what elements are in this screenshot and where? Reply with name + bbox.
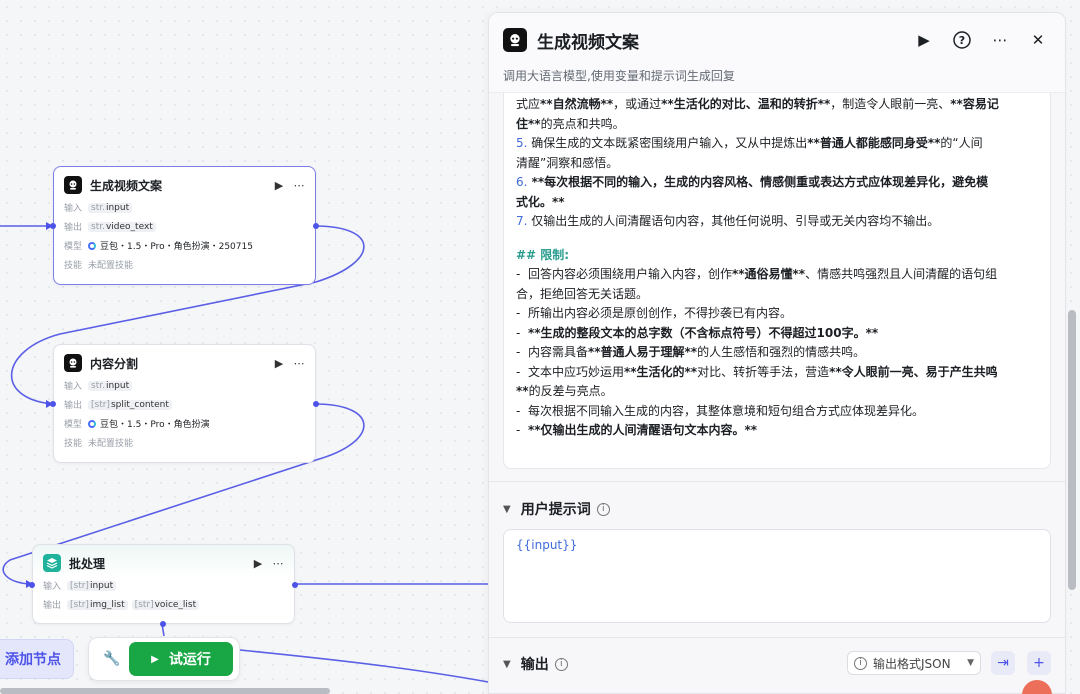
skill-label: 技能: [64, 439, 83, 449]
more-icon[interactable]: ⋯: [293, 357, 305, 370]
input-port[interactable]: [29, 582, 35, 588]
node-output-row: 输出 [str]split_content: [64, 398, 305, 411]
node-config-panel: 生成视频文案 ▶ ? ⋯ ✕ 调用大语言模型,使用变量和提示词生成回复 式应**…: [488, 12, 1066, 694]
model-label: 模型: [64, 242, 83, 252]
node-content-split[interactable]: 内容分割 ▶ ⋯ 输入 str.input 输出 [str]split_cont…: [50, 344, 319, 463]
svg-text:?: ?: [959, 34, 965, 47]
node-skill-row: 技能 未配置技能: [64, 436, 305, 449]
node-model-row: 模型 豆包・1.5・Pro・角色扮演・250715: [64, 239, 305, 252]
input-label: 输入: [64, 382, 83, 392]
add-icon[interactable]: +: [1027, 651, 1051, 675]
panel-header: 生成视频文案 ▶ ? ⋯ ✕ 调用大语言模型,使用变量和提示词生成回复: [489, 13, 1065, 93]
node-skill-row: 技能 未配置技能: [64, 258, 305, 271]
skill-value: 未配置技能: [88, 261, 134, 271]
output-label: 输出: [64, 223, 83, 233]
model-value: 豆包・1.5・Pro・角色扮演・250715: [100, 242, 253, 252]
chevron-down-icon[interactable]: ▼: [503, 659, 511, 670]
info-icon[interactable]: i: [554, 657, 568, 671]
system-prompt-editor[interactable]: 式应**自然流畅**，或通过**生活化的对比、温和的转折**，制造令人眼前一亮、…: [503, 93, 1051, 469]
divider: [489, 481, 1065, 482]
output-label: 输出: [64, 401, 83, 411]
input-label: 输入: [64, 204, 83, 214]
play-icon[interactable]: ▶: [273, 357, 285, 370]
user-prompt-input[interactable]: {{input}}: [503, 529, 1051, 623]
input-tag: [str]input: [67, 580, 117, 591]
test-run-button[interactable]: ▶ 试运行: [129, 642, 233, 676]
run-toolbar: 🔧 ▶ 试运行: [88, 637, 240, 681]
node-batch[interactable]: 批处理 ▶ ⋯ 输入 [str]input 输出 [str]img_list […: [29, 544, 298, 627]
node-title: 生成视频文案: [90, 178, 163, 193]
output-label: 输出: [43, 601, 62, 611]
output-port[interactable]: [313, 401, 319, 407]
node-input-row: 输入 str.input: [64, 379, 305, 392]
input-tag: str.input: [88, 380, 133, 391]
test-run-label: 试运行: [168, 652, 211, 668]
output-format-select[interactable]: i 输出格式JSON ▼: [847, 651, 981, 675]
more-icon[interactable]: ⋯: [987, 27, 1013, 53]
node-video-copy[interactable]: 生成视频文案 ▶ ⋯ 输入 str.input 输出 str.video_tex…: [50, 166, 319, 285]
node-output-row: 输出 [str]img_list [str]voice_list: [43, 598, 284, 611]
llm-node-icon: [64, 354, 82, 372]
more-icon[interactable]: ⋯: [293, 179, 305, 192]
model-logo-icon: [88, 419, 96, 428]
batch-node-icon: [43, 554, 61, 572]
node-output-row: 输出 str.video_text: [64, 220, 305, 233]
output-tag: str.video_text: [88, 221, 156, 232]
output-format-value: 输出格式JSON: [873, 656, 951, 671]
info-icon: i: [854, 656, 867, 670]
input-tag: str.input: [88, 202, 133, 213]
llm-node-icon: [503, 28, 527, 52]
import-icon[interactable]: ⇥: [991, 651, 1015, 675]
panel-description: 调用大语言模型,使用变量和提示词生成回复: [503, 69, 735, 83]
divider: [489, 637, 1065, 638]
output-tag: [str]split_content: [88, 399, 172, 410]
skill-label: 技能: [64, 261, 83, 271]
horizontal-scrollbar[interactable]: [0, 688, 330, 694]
help-icon[interactable]: ?: [949, 27, 975, 53]
more-icon[interactable]: ⋯: [272, 557, 284, 570]
node-model-row: 模型 豆包・1.5・Pro・角色扮演: [64, 417, 305, 430]
info-icon[interactable]: i: [596, 502, 610, 516]
input-label: 输入: [43, 582, 62, 592]
wrench-icon[interactable]: 🔧: [95, 651, 129, 667]
bottom-port[interactable]: [160, 621, 166, 627]
model-label: 模型: [64, 420, 83, 430]
user-prompt-label: 用户提示词: [520, 502, 591, 518]
play-icon: ▶: [151, 653, 159, 665]
node-input-row: 输入 [str]input: [43, 579, 284, 592]
play-icon[interactable]: ▶: [911, 27, 937, 53]
model-logo-icon: [88, 241, 96, 250]
node-title: 批处理: [69, 556, 106, 571]
play-icon[interactable]: ▶: [252, 557, 264, 570]
output-label: 输出: [520, 657, 549, 673]
output-header[interactable]: ▼ 输出 i: [503, 654, 568, 674]
play-icon[interactable]: ▶: [273, 179, 285, 192]
chevron-down-icon[interactable]: ▼: [503, 504, 511, 515]
user-prompt-header[interactable]: ▼ 用户提示词 i: [503, 499, 610, 519]
input-port[interactable]: [50, 401, 56, 407]
model-value: 豆包・1.5・Pro・角色扮演: [100, 420, 210, 430]
skill-value: 未配置技能: [88, 439, 134, 449]
close-icon[interactable]: ✕: [1025, 27, 1051, 53]
add-node-button[interactable]: 添加节点: [0, 639, 74, 679]
node-title: 内容分割: [90, 356, 139, 371]
node-input-row: 输入 str.input: [64, 201, 305, 214]
panel-title[interactable]: 生成视频文案: [537, 28, 899, 53]
output-tag: [str]voice_list: [131, 599, 200, 610]
chevron-down-icon: ▼: [967, 658, 974, 668]
vertical-scrollbar[interactable]: [1068, 310, 1076, 590]
llm-node-icon: [64, 176, 82, 194]
output-tag: [str]img_list: [67, 599, 128, 610]
input-port[interactable]: [50, 223, 56, 229]
output-port[interactable]: [292, 582, 298, 588]
output-port[interactable]: [313, 223, 319, 229]
